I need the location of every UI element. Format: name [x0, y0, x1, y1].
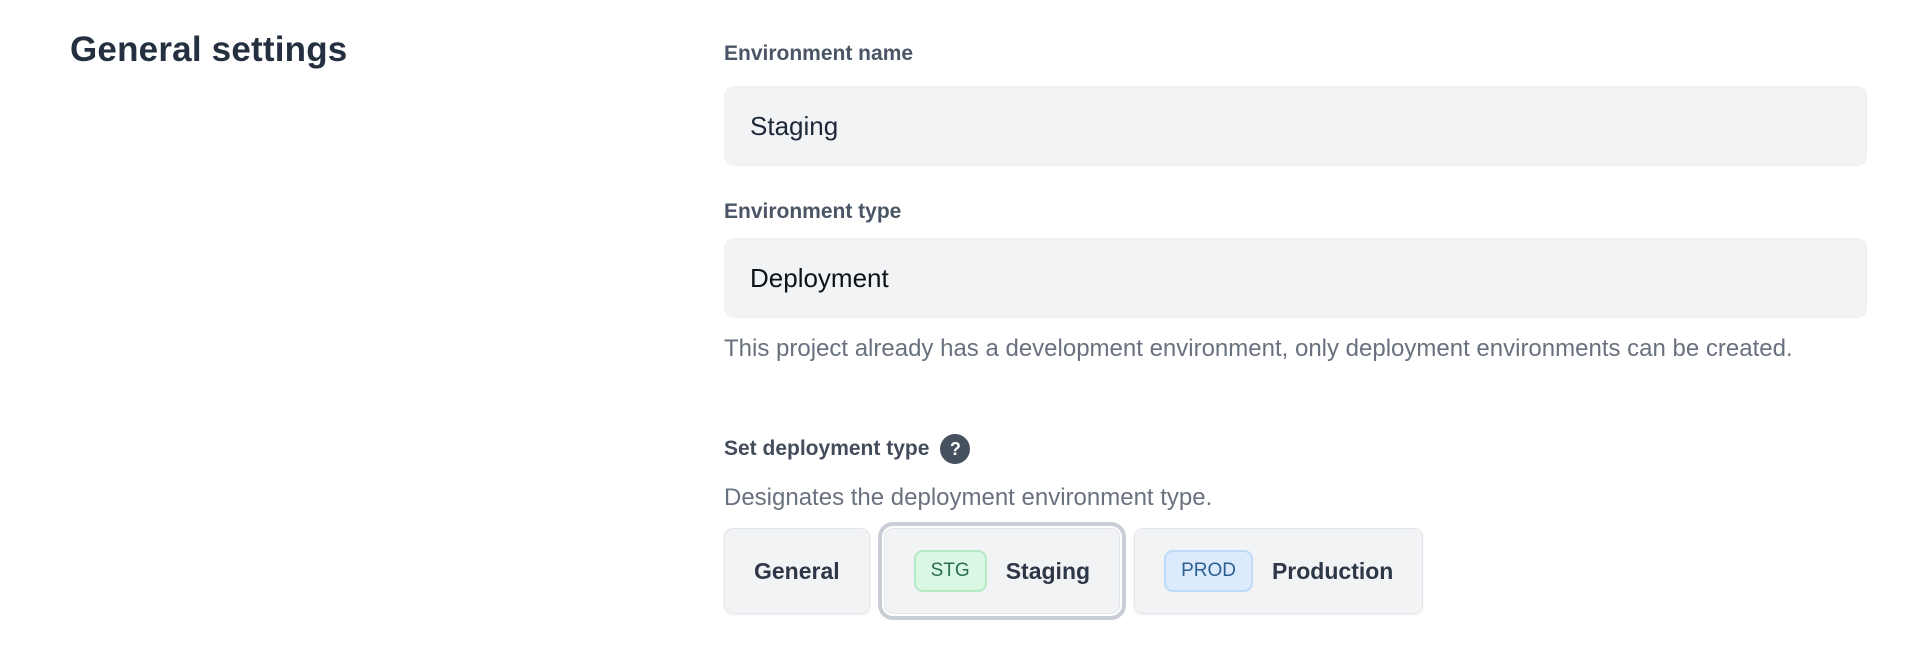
deployment-type-option-label: Production	[1272, 558, 1393, 585]
environment-type-help-text: This project already has a development e…	[724, 328, 1793, 369]
environment-name-label: Environment name	[724, 42, 913, 66]
environment-name-input[interactable]	[724, 86, 1867, 166]
deployment-type-options: General STG Staging PROD Production	[724, 528, 1423, 614]
environment-type-input[interactable]	[724, 238, 1867, 318]
staging-badge: STG	[914, 550, 987, 593]
deployment-type-option-production[interactable]: PROD Production	[1134, 528, 1423, 614]
production-badge: PROD	[1164, 550, 1253, 593]
general-settings-page: General settings Environment name Enviro…	[0, 0, 1916, 652]
deployment-type-label-row: Set deployment type ?	[724, 434, 970, 464]
deployment-type-option-staging[interactable]: STG Staging	[884, 528, 1120, 614]
page-title: General settings	[70, 30, 347, 70]
deployment-type-label: Set deployment type	[724, 437, 929, 461]
deployment-type-option-label: Staging	[1006, 558, 1090, 585]
deployment-type-option-general[interactable]: General	[724, 528, 870, 614]
environment-type-label: Environment type	[724, 200, 901, 224]
deployment-type-description: Designates the deployment environment ty…	[724, 477, 1212, 518]
question-mark-icon[interactable]: ?	[940, 434, 970, 464]
settings-form: Environment name Environment type This p…	[724, 0, 1867, 652]
deployment-type-option-label: General	[754, 558, 840, 585]
